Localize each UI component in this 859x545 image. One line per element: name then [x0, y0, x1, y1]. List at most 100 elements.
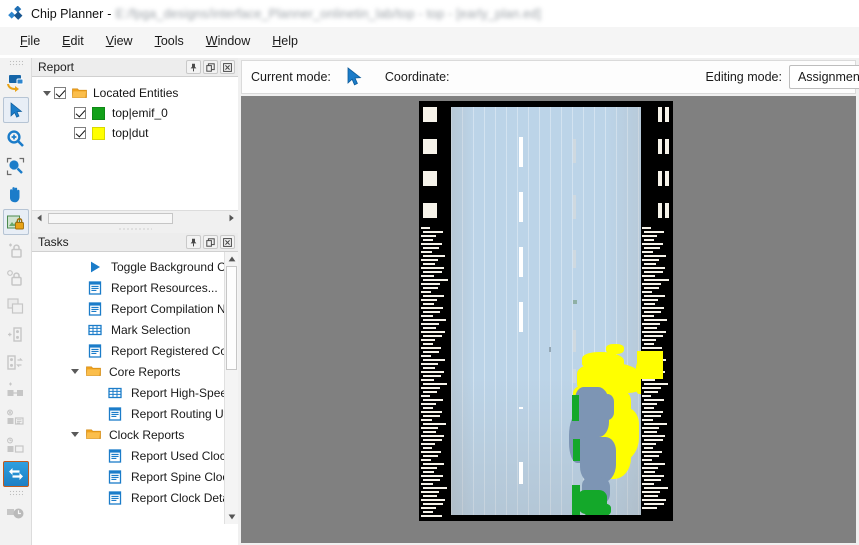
scroll-left-icon[interactable]	[32, 212, 46, 225]
editing-mode-label: Editing mode:	[705, 70, 782, 84]
current-mode-label: Current mode:	[251, 70, 331, 84]
tree-item-label: Located Entities	[93, 86, 179, 100]
task-report-resources[interactable]: Report Resources...	[32, 277, 238, 298]
title-bar: Chip Planner - E:/fpga_designs/interface…	[0, 0, 859, 27]
task-mark-selection[interactable]: Mark Selection	[32, 319, 238, 340]
menu-help[interactable]: Help	[262, 31, 308, 51]
lock-region-icon[interactable]	[2, 209, 29, 235]
zoom-fit-icon[interactable]	[3, 153, 29, 179]
checkbox[interactable]	[74, 127, 86, 139]
remove-lock-icon[interactable]	[3, 265, 29, 291]
task-report-clock-details[interactable]: Report Clock Deta	[32, 487, 238, 508]
create-partition-icon[interactable]	[3, 377, 29, 403]
task-report-routing-utilization[interactable]: Report Routing Ut	[32, 403, 238, 424]
float-icon[interactable]	[203, 60, 218, 74]
delete-partition-icon[interactable]	[3, 405, 29, 431]
task-label: Report Registered Co	[111, 343, 228, 358]
add-node-icon[interactable]	[3, 321, 29, 347]
quartus-diamond-logo-icon	[8, 5, 24, 22]
mode-toolbar: Current mode: Coordinate: Editing mode: …	[241, 60, 859, 94]
menu-bar: File Edit View Tools Window Help	[0, 27, 859, 55]
editing-mode-select[interactable]: Assignment - 10AX115S2F45I1SG	[788, 65, 859, 89]
tasks-panel-title: Tasks	[38, 235, 69, 249]
scrollbar-track[interactable]	[46, 212, 224, 225]
report-icon	[88, 301, 104, 316]
toolbar-grip[interactable]	[8, 60, 23, 67]
tree-item-top-emif-0[interactable]: top|emif_0	[32, 103, 238, 123]
tree-item-located-entities[interactable]: Located Entities	[32, 83, 238, 103]
placement-region-emif[interactable]	[573, 439, 580, 461]
task-label: Core Reports	[109, 364, 181, 379]
hard-block	[573, 330, 576, 352]
report-panel-body: Located Entities top|emif_0 top|dut	[32, 77, 238, 225]
pan-hand-icon[interactable]	[3, 181, 29, 207]
timing-report-icon[interactable]	[3, 499, 29, 525]
tree-item-top-dut[interactable]: top|dut	[32, 123, 238, 143]
expander-icon[interactable]	[68, 369, 82, 374]
task-report-registered-connections[interactable]: Report Registered Co	[32, 340, 238, 361]
hard-block	[573, 369, 576, 383]
menu-window[interactable]: Window	[196, 31, 260, 51]
task-label: Toggle Background C	[111, 259, 226, 274]
checkbox[interactable]	[74, 107, 86, 119]
report-panel: Report Located Entities top|emif_0 top|d…	[32, 58, 238, 225]
swap-nodes-icon[interactable]	[3, 349, 29, 375]
select-arrow-icon[interactable]	[2, 97, 29, 123]
scrollbar-thumb[interactable]	[48, 212, 173, 224]
placement-region-dut[interactable]	[606, 344, 624, 354]
task-report-used-clocks[interactable]: Report Used Cloc	[32, 445, 238, 466]
scrollbar-thumb[interactable]	[226, 266, 237, 370]
task-folder-clock-reports[interactable]: Clock Reports	[32, 424, 238, 445]
zoom-in-icon[interactable]	[3, 125, 29, 151]
task-folder-core-reports[interactable]: Core Reports	[32, 361, 238, 382]
tasks-vertical-scrollbar[interactable]	[224, 252, 238, 524]
core-fabric[interactable]	[451, 107, 641, 515]
toolbar-grip-2[interactable]	[8, 490, 23, 497]
report-horizontal-scrollbar[interactable]	[32, 210, 238, 225]
expander-icon[interactable]	[40, 90, 54, 96]
task-report-compilation-messages[interactable]: Report Compilation N	[32, 298, 238, 319]
menu-view[interactable]: View	[96, 31, 143, 51]
tasks-panel-header: Tasks	[32, 233, 238, 252]
menu-file[interactable]: File	[10, 31, 50, 51]
pin-icon[interactable]	[186, 235, 201, 249]
dock-column: Report Located Entities top|emif_0 top|d…	[32, 58, 238, 545]
scroll-down-icon[interactable]	[226, 511, 237, 523]
hard-block	[573, 250, 576, 268]
add-lock-icon[interactable]	[3, 237, 29, 263]
task-report-spine-clocks[interactable]: Report Spine Cloc	[32, 466, 238, 487]
float-icon[interactable]	[203, 235, 218, 249]
close-icon[interactable]	[220, 235, 235, 249]
task-label: Report Compilation N	[111, 301, 226, 316]
placement-region-emif[interactable]	[585, 503, 611, 515]
task-toggle-background-color[interactable]: Toggle Background C	[32, 256, 238, 277]
edit-partition-icon[interactable]	[3, 433, 29, 459]
menu-edit[interactable]: Edit	[52, 31, 94, 51]
menu-tools[interactable]: Tools	[145, 31, 194, 51]
color-swatch	[92, 106, 105, 120]
chip-floorplan-canvas[interactable]	[241, 96, 856, 543]
scroll-up-icon[interactable]	[226, 253, 237, 265]
task-report-high-speed-tiles[interactable]: Report High-Spee	[32, 382, 238, 403]
copy-region-icon[interactable]	[3, 293, 29, 319]
folder-icon	[86, 428, 102, 442]
placement-region-core[interactable]	[592, 394, 614, 420]
task-label: Report Routing Ut	[131, 406, 228, 421]
task-label: Report High-Spee	[131, 385, 228, 400]
scroll-right-icon[interactable]	[224, 212, 238, 225]
placement-region-dut-io[interactable]	[637, 351, 663, 379]
report-panel-header: Report	[32, 58, 238, 77]
panel-splitter[interactable]	[32, 225, 238, 233]
expander-icon[interactable]	[68, 432, 82, 437]
title-separator: -	[107, 6, 112, 21]
device-die[interactable]	[419, 101, 673, 521]
table-icon	[108, 386, 124, 400]
close-icon[interactable]	[220, 60, 235, 74]
placement-region-emif[interactable]	[572, 395, 579, 421]
undo-view-icon[interactable]	[3, 69, 29, 95]
refresh-view-icon[interactable]	[2, 461, 29, 487]
checkbox[interactable]	[54, 87, 66, 99]
report-panel-title: Report	[38, 60, 75, 74]
window-title-path: E:/fpga_designs/interface_Planner_online…	[115, 6, 542, 21]
pin-icon[interactable]	[186, 60, 201, 74]
